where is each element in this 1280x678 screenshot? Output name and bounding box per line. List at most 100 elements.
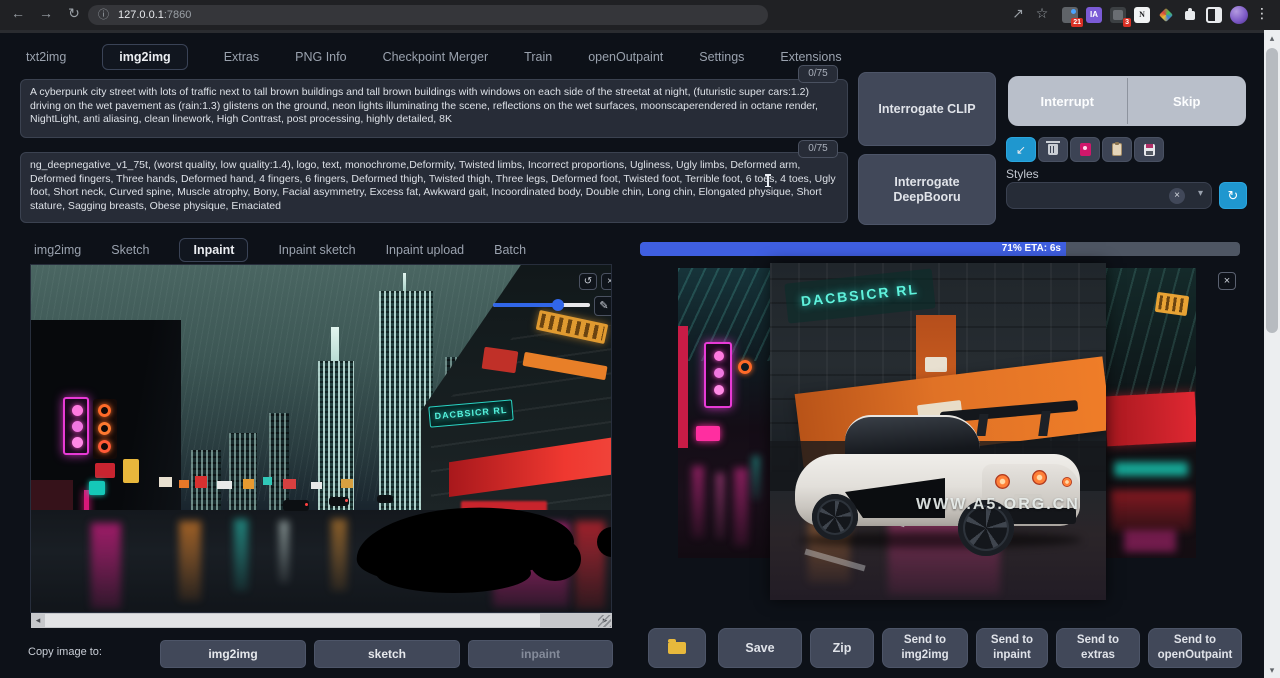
- copy-to-inpaint-button[interactable]: inpaint: [468, 640, 613, 668]
- art-reflection: [752, 456, 760, 500]
- scroll-left-icon[interactable]: ◂: [31, 613, 45, 628]
- inpaint-mask-blob: [376, 553, 531, 593]
- canvas-close-icon[interactable]: ×: [601, 273, 612, 290]
- extension-icon-n[interactable]: N: [1134, 7, 1150, 23]
- subtab-img2img[interactable]: img2img: [34, 243, 81, 257]
- extension-badge: 3: [1123, 18, 1131, 27]
- send-to-img2img-button[interactable]: Send to img2img: [882, 628, 968, 668]
- tab-openoutpaint[interactable]: openOutpaint: [588, 50, 663, 64]
- interrogate-clip-button[interactable]: Interrogate CLIP: [858, 72, 996, 146]
- copy-to-img2img-button[interactable]: img2img: [160, 640, 306, 668]
- art-neon-ring: [738, 360, 752, 374]
- tab-txt2img[interactable]: txt2img: [26, 50, 66, 64]
- brush-icon[interactable]: ✎: [594, 296, 612, 316]
- extension-icon-3[interactable]: 3: [1110, 7, 1126, 23]
- progress-label: 71% ETA: 6s: [1002, 243, 1061, 254]
- interrupt-skip-group: Interrupt Skip: [1008, 76, 1246, 126]
- extension-icon-diamond[interactable]: [1158, 7, 1174, 23]
- tab-settings[interactable]: Settings: [699, 50, 744, 64]
- bookmark-star-icon[interactable]: ☆: [1032, 5, 1052, 22]
- resize-grip[interactable]: [598, 615, 611, 627]
- paste-generation-params-button[interactable]: ↙: [1006, 137, 1036, 162]
- sidebar-icon[interactable]: [1206, 7, 1222, 23]
- sidebar-glyph: [1215, 9, 1220, 21]
- art-billboard: [217, 481, 232, 489]
- subtab-batch[interactable]: Batch: [494, 243, 526, 257]
- share-icon[interactable]: ↗: [1008, 5, 1028, 22]
- forward-icon[interactable]: →: [36, 5, 56, 21]
- zip-button[interactable]: Zip: [810, 628, 874, 668]
- clear-styles-icon[interactable]: ×: [1169, 188, 1185, 204]
- interrupt-button[interactable]: Interrupt: [1008, 76, 1127, 126]
- paste-arrow-icon: ↙: [1016, 143, 1026, 157]
- art-car-silhouette: [377, 495, 393, 503]
- art-neon-dot: [714, 385, 724, 395]
- tab-extras[interactable]: Extras: [224, 50, 259, 64]
- negative-prompt-textarea[interactable]: ng_deepnegative_v1_75t, (worst quality, …: [20, 152, 848, 223]
- scroll-up-icon[interactable]: ▴: [1264, 30, 1280, 46]
- clear-prompt-button[interactable]: [1038, 137, 1068, 162]
- art-tail-light: [345, 499, 348, 502]
- gallery-thumb-right[interactable]: [1106, 268, 1196, 558]
- interrogate-deepbooru-label-2: DeepBooru: [893, 190, 960, 205]
- skip-button[interactable]: Skip: [1128, 76, 1247, 126]
- send-prefix: Send to: [904, 633, 946, 648]
- subtab-inpaint-sketch[interactable]: Inpaint sketch: [278, 243, 355, 257]
- gallery-close-icon[interactable]: ×: [1218, 272, 1236, 290]
- art-billboard: [243, 479, 254, 489]
- extra-networks-button[interactable]: [1070, 137, 1100, 162]
- copy-to-sketch-button[interactable]: sketch: [314, 640, 460, 668]
- tab-img2img[interactable]: img2img: [102, 44, 187, 70]
- styles-dropdown[interactable]: × ▾: [1006, 182, 1212, 209]
- gallery-preview-image[interactable]: DACBSICR RL WWW: [770, 263, 1106, 600]
- scroll-down-icon[interactable]: ▾: [1264, 662, 1280, 678]
- h-scroll-thumb[interactable]: [45, 614, 540, 627]
- tab-extensions[interactable]: Extensions: [780, 50, 841, 64]
- refresh-styles-button[interactable]: ↻: [1219, 182, 1247, 209]
- interrogate-deepbooru-label-1: Interrogate: [894, 175, 959, 190]
- save-style-button[interactable]: [1134, 137, 1164, 162]
- tab-train[interactable]: Train: [524, 50, 552, 64]
- send-to-inpaint-button[interactable]: Send to inpaint: [976, 628, 1048, 668]
- subtab-inpaint[interactable]: Inpaint: [179, 238, 248, 262]
- apply-styles-button[interactable]: [1102, 137, 1132, 162]
- send-to-extras-button[interactable]: Send to extras: [1056, 628, 1140, 668]
- puzzle-bump: [1188, 8, 1192, 12]
- extension-icon-1[interactable]: 21: [1062, 7, 1078, 23]
- subtab-sketch[interactable]: Sketch: [111, 243, 149, 257]
- subtab-inpaint-upload[interactable]: Inpaint upload: [386, 243, 465, 257]
- address-bar[interactable]: ⓘ 127.0.0.1:7860: [88, 5, 768, 25]
- art-neon-dot: [714, 351, 724, 361]
- art-reflection: [716, 473, 724, 539]
- site-info-icon[interactable]: ⓘ: [98, 5, 109, 25]
- art-reflection: [1114, 462, 1188, 476]
- profile-avatar[interactable]: [1230, 6, 1248, 24]
- open-folder-button[interactable]: [648, 628, 706, 668]
- send-to-openoutpaint-button[interactable]: Send to openOutpaint: [1148, 628, 1242, 668]
- art-billboard: [179, 480, 189, 488]
- save-label: Save: [745, 641, 774, 656]
- tab-checkpoint-merger[interactable]: Checkpoint Merger: [383, 50, 489, 64]
- url-port: :7860: [164, 9, 192, 21]
- v-scroll-thumb[interactable]: [1266, 48, 1278, 333]
- puzzle-glyph: [1185, 11, 1195, 20]
- chevron-down-icon[interactable]: ▾: [1198, 188, 1203, 199]
- inpaint-canvas[interactable]: DACBSICR RL ↺ × ✎: [30, 264, 612, 613]
- window-v-scrollbar[interactable]: ▴ ▾: [1264, 30, 1280, 678]
- slider-thumb[interactable]: [552, 299, 564, 311]
- tab-png-info[interactable]: PNG Info: [295, 50, 346, 64]
- interrogate-deepbooru-button[interactable]: Interrogate DeepBooru: [858, 154, 996, 225]
- save-button[interactable]: Save: [718, 628, 802, 668]
- inner-glyph: [1113, 10, 1123, 20]
- gallery-thumb-left[interactable]: [678, 268, 770, 558]
- brush-size-slider[interactable]: [493, 303, 590, 307]
- back-icon[interactable]: ←: [8, 5, 28, 21]
- extensions-puzzle-icon[interactable]: [1182, 7, 1198, 23]
- prompt-textarea[interactable]: A cyberpunk city street with lots of tra…: [20, 79, 848, 138]
- reload-icon[interactable]: ↻: [64, 5, 84, 22]
- canvas-h-scrollbar[interactable]: ◂ ▸: [31, 613, 612, 628]
- art-reflection: [1110, 490, 1192, 532]
- undo-icon[interactable]: ↺: [579, 273, 597, 290]
- extension-icon-ia[interactable]: IA: [1086, 7, 1102, 23]
- chrome-menu-icon[interactable]: ⋮: [1252, 5, 1272, 22]
